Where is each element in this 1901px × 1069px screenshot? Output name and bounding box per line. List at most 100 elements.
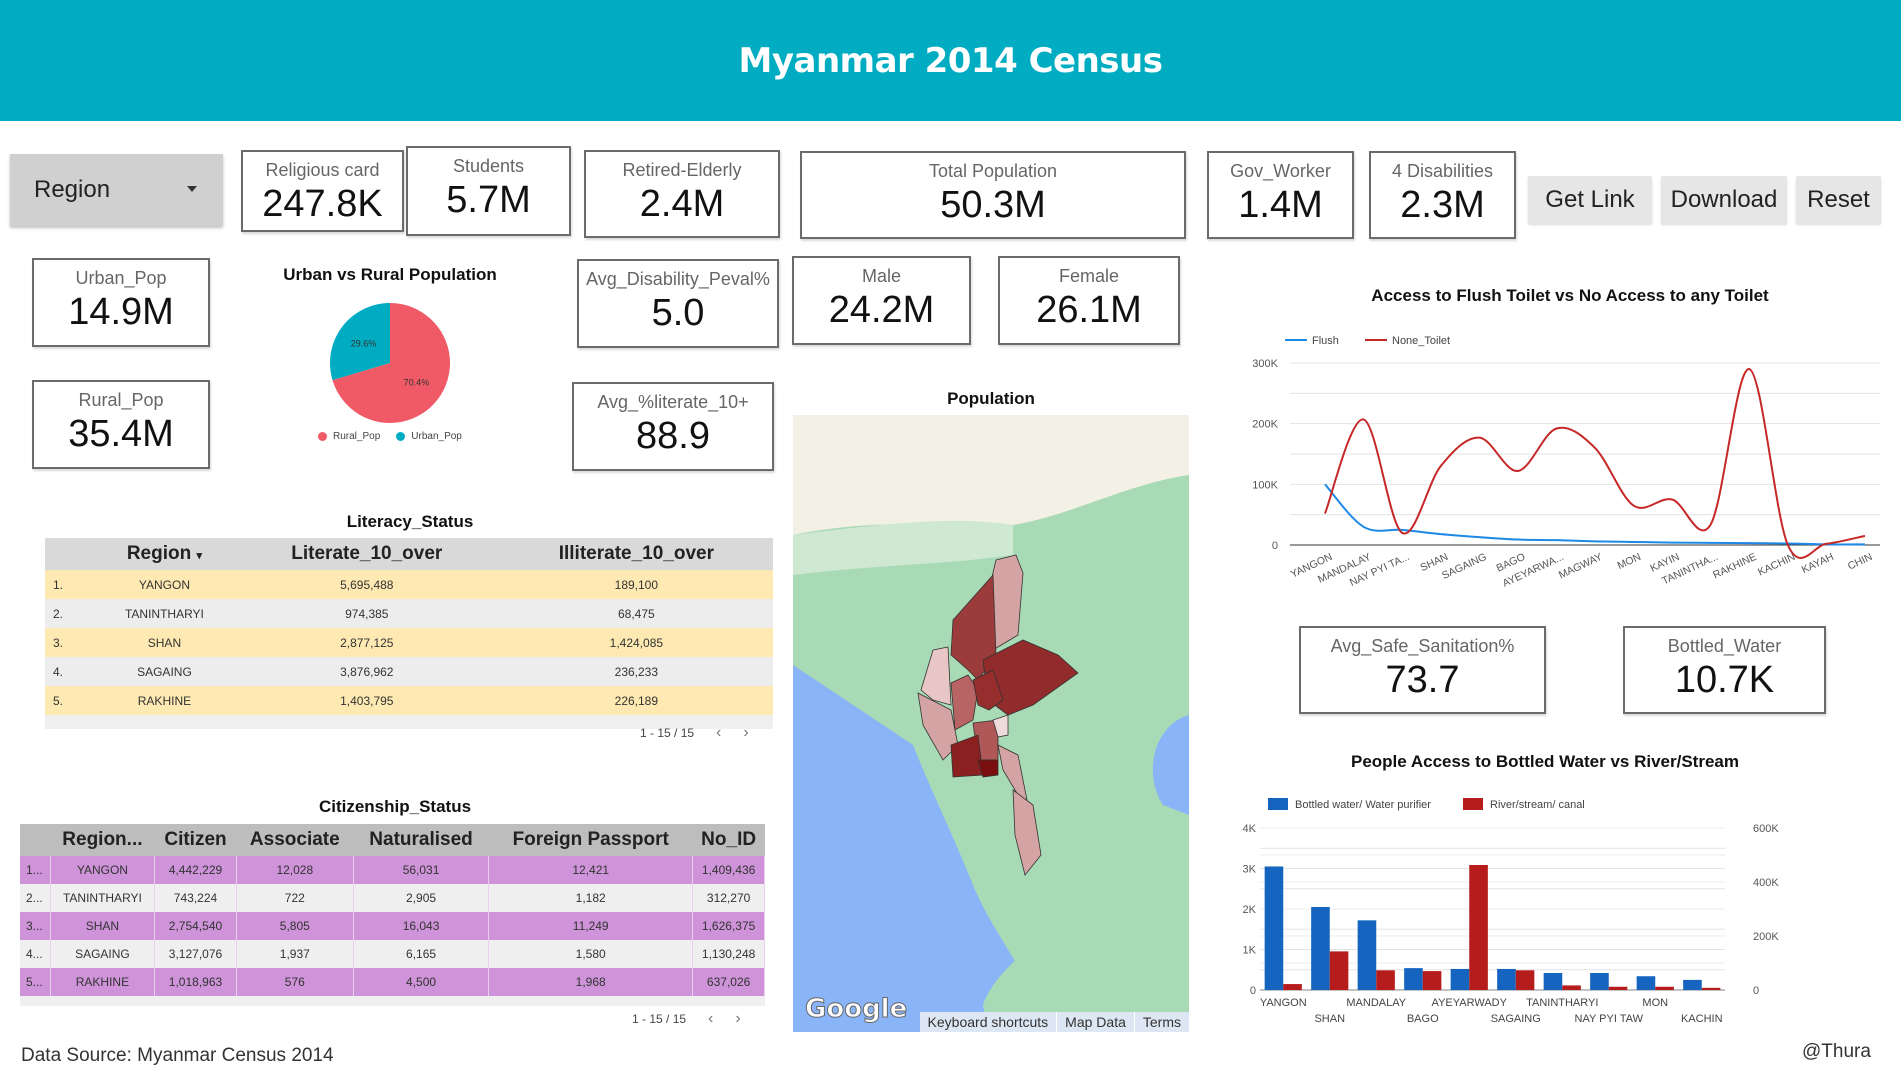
table-row[interactable]: 1. YANGON 5,695,488 189,100: [45, 570, 773, 599]
table-row[interactable]: 3... SHAN 2,754,540 5,805 16,043 11,249 1,626,…: [20, 912, 765, 940]
y-right-tick-label: 0: [1753, 985, 1759, 997]
bar-river-stream[interactable]: [1655, 986, 1674, 990]
bar-bottled-water[interactable]: [1264, 866, 1284, 990]
x-tick-label: SAGAING: [1491, 1013, 1541, 1025]
column-header-naturalised[interactable]: Naturalised: [353, 824, 489, 856]
terms-link[interactable]: Terms: [1135, 1012, 1189, 1032]
x-tick-label: BAGO: [1407, 1013, 1439, 1025]
table-row[interactable]: 5... RAKHINE 1,018,963 576 4,500 1,968 637,026: [20, 968, 765, 996]
column-header-literate[interactable]: Literate_10_over: [233, 538, 500, 570]
prev-page-icon[interactable]: ‹: [716, 724, 721, 742]
cell-no-id: 1,409,436: [692, 856, 765, 884]
next-page-icon[interactable]: ›: [735, 1010, 740, 1028]
cell-no-id: 312,270: [692, 884, 765, 912]
kpi-value: 88.9: [636, 415, 710, 457]
column-header-associate[interactable]: Associate: [236, 824, 354, 856]
bar-river-stream[interactable]: [1422, 971, 1442, 990]
citizenship-table-title: Citizenship_Status: [318, 797, 472, 816]
bar-river-stream[interactable]: [1562, 985, 1581, 990]
table-row[interactable]: 4. SAGAING 3,876,962 236,233: [45, 657, 773, 686]
kpi-disabilities: 4 Disabilities 2.3M: [1369, 151, 1516, 239]
table-row[interactable]: 5. RAKHINE 1,403,795 226,189: [45, 686, 773, 715]
prev-page-icon[interactable]: ‹: [708, 1010, 713, 1028]
legend-label: Bottled water/ Water purifier: [1295, 799, 1431, 811]
bar-river-stream[interactable]: [1515, 970, 1535, 990]
cell-citizen: 1,018,963: [154, 968, 237, 996]
kpi-label: Avg_Safe_Sanitation%: [1330, 636, 1515, 656]
cell-region: RAKHINE: [95, 686, 234, 715]
bar-river-stream[interactable]: [1469, 864, 1488, 990]
bar-bottled-water[interactable]: [1636, 976, 1656, 990]
bar-bottled-water[interactable]: [1683, 979, 1702, 990]
bar-bottled-water[interactable]: [1311, 906, 1330, 990]
cell-illiterate: 1,424,085: [499, 628, 773, 657]
bar-bottled-water[interactable]: [1357, 920, 1377, 990]
next-page-icon[interactable]: ›: [743, 724, 748, 742]
water-chart-title: People Access to Bottled Water vs River/…: [1351, 752, 1739, 771]
map-attribution-bar: Keyboard shortcuts Map Data Terms: [919, 1012, 1189, 1032]
row-index: 1.: [45, 570, 95, 599]
bar-bottled-water[interactable]: [1450, 968, 1470, 990]
row-index: 2.: [45, 599, 95, 628]
get-link-button[interactable]: Get Link: [1528, 176, 1652, 224]
y-left-tick-label: 3K: [1243, 864, 1257, 876]
kpi-value: 2.4M: [639, 183, 725, 225]
x-tick-label: MON: [1642, 997, 1668, 1009]
x-tick-label: KACHIN: [1756, 551, 1797, 579]
y-left-tick-label: 2K: [1243, 904, 1257, 916]
x-tick-label: MAGWAY: [1557, 551, 1604, 582]
column-header-illiterate[interactable]: Illiterate_10_over: [499, 538, 773, 570]
bar-bottled-water[interactable]: [1404, 968, 1423, 990]
cell-foreign-passport: 1,580: [488, 940, 694, 968]
cell-no-id: 637,026: [692, 968, 765, 996]
kpi-gov-worker: Gov_Worker 1.4M: [1207, 151, 1354, 239]
cell-literate: 2,877,125: [233, 628, 500, 657]
bar-river-stream[interactable]: [1608, 986, 1628, 990]
pie-legend: Rural_Pop Urban_Pop: [318, 431, 462, 442]
bar-bottled-water[interactable]: [1497, 968, 1516, 990]
map-data-link[interactable]: Map Data: [1057, 1012, 1135, 1032]
bar-bottled-water[interactable]: [1590, 972, 1609, 990]
column-header-foreign-passport[interactable]: Foreign Passport: [488, 824, 693, 856]
kpi-label: Bottled_Water: [1667, 636, 1782, 656]
google-logo[interactable]: Google: [804, 994, 907, 1025]
column-header-region[interactable]: Region...: [50, 824, 155, 856]
y-right-tick-label: 600K: [1753, 823, 1779, 835]
bar-river-stream[interactable]: [1283, 984, 1302, 990]
bar-river-stream[interactable]: [1701, 987, 1721, 990]
download-button[interactable]: Download: [1661, 176, 1787, 224]
column-header-region[interactable]: Region ▾: [95, 538, 234, 570]
cell-citizen: 743,224: [154, 884, 237, 912]
kpi-label: Male: [861, 266, 901, 286]
page-title: Myanmar 2014 Census: [738, 40, 1163, 81]
x-tick-label: CHIN: [1846, 551, 1874, 573]
reset-button[interactable]: Reset: [1796, 176, 1881, 224]
literacy-table: Region ▾ Literate_10_over Illiterate_10_…: [45, 538, 773, 729]
column-header-no-id[interactable]: No_ID: [692, 824, 765, 856]
cell-naturalised: 6,165: [353, 940, 490, 968]
legend-swatch-urban: [396, 432, 406, 441]
region-filter-dropdown[interactable]: Region: [10, 154, 223, 226]
population-map[interactable]: Google Keyboard shortcuts Map Data Terms: [793, 415, 1189, 1032]
keyboard-shortcuts-link[interactable]: Keyboard shortcuts: [920, 1012, 1058, 1032]
kpi-male: Male 24.2M: [792, 256, 971, 345]
column-header-citizen[interactable]: Citizen: [154, 824, 237, 856]
kpi-total-population: Total Population 50.3M: [800, 151, 1186, 239]
kpi-value: 35.4M: [68, 413, 174, 455]
data-source-text: Data Source: Myanmar Census 2014: [21, 1045, 334, 1066]
table-row[interactable]: 4... SAGAING 3,127,076 1,937 6,165 1,580 1,130…: [20, 940, 765, 968]
table-row[interactable]: 2. TANINTHARYI 974,385 68,475: [45, 599, 773, 628]
cell-region: YANGON: [95, 570, 234, 599]
bar-bottled-water[interactable]: [1543, 972, 1563, 990]
cell-naturalised: 4,500: [353, 968, 490, 996]
row-index: 5.: [45, 686, 95, 715]
table-row[interactable]: 2... TANINTHARYI 743,224 722 2,905 1,182 312,2…: [20, 884, 765, 912]
cell-naturalised: 56,031: [353, 856, 490, 884]
bar-river-stream[interactable]: [1376, 970, 1395, 990]
sort-desc-icon: ▾: [196, 550, 203, 562]
bar-river-stream[interactable]: [1329, 951, 1349, 990]
legend-label: None_Toilet: [1392, 335, 1450, 347]
x-tick-label: MANDALAY: [1346, 997, 1406, 1009]
table-row[interactable]: 3. SHAN 2,877,125 1,424,085: [45, 628, 773, 657]
table-row[interactable]: 1... YANGON 4,442,229 12,028 56,031 12,421 1,4…: [20, 856, 765, 884]
